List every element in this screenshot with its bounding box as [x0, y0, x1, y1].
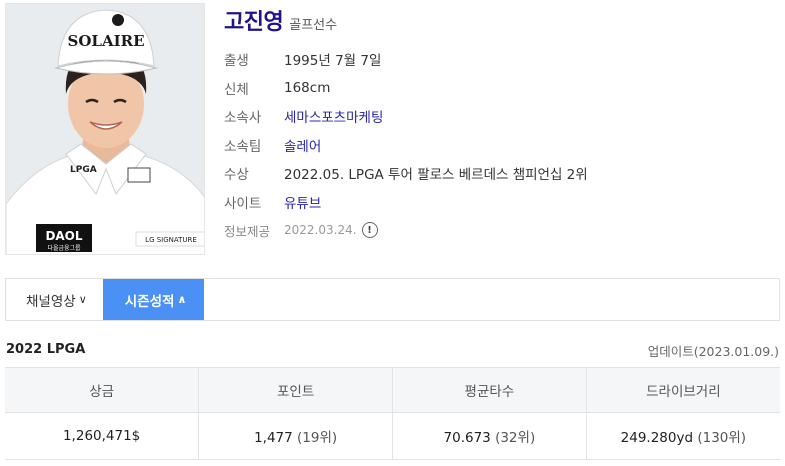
- info-row-agency: 소속사 세마스포츠마케팅: [224, 102, 588, 131]
- info-row-body: 신체 168cm: [224, 74, 588, 103]
- cell-avg-score: 70.673 (32위): [392, 412, 587, 460]
- info-value: 1995년 7월 7일: [284, 53, 382, 70]
- cell-prize: 1,260,471$: [5, 412, 200, 460]
- header-points: 포인트: [198, 367, 393, 413]
- cap-logo-text: SOLAIRE: [68, 32, 145, 50]
- info-value: 2022.05. LPGA 투어 팔로스 베르데스 챔피언십 2위: [284, 167, 588, 184]
- info-label: 사이트: [224, 195, 262, 212]
- source-label: 정보제공: [224, 223, 271, 239]
- stat-value: 1,477: [254, 430, 293, 446]
- table-header-row: 상금 포인트 평균타수 드라이브거리: [5, 367, 780, 413]
- sponsor-logo-text: DAOL: [45, 229, 82, 243]
- tab-bar: 채널영상 ∨ 시즌성적 ∧: [5, 278, 780, 321]
- tab-label: 채널영상: [26, 293, 76, 310]
- header-prize: 상금: [5, 367, 200, 413]
- info-value: 168cm: [284, 79, 331, 96]
- collar-logo-text: LPGA: [70, 165, 97, 175]
- chevron-up-icon: ∧: [177, 293, 187, 306]
- info-label: 출생: [224, 53, 249, 70]
- season-title: 2022 LPGA: [6, 342, 86, 357]
- youtube-link[interactable]: 유튜브: [284, 192, 321, 212]
- stat-value: 1,260,471$: [62, 428, 141, 444]
- info-label: 소속팀: [224, 138, 262, 155]
- update-date: 업데이트(2023.01.09.): [647, 344, 779, 359]
- info-row-birth: 출생 1995년 7월 7일: [224, 45, 588, 74]
- profile-header: 고진영 골프선수: [224, 4, 779, 36]
- header-avg-score: 평균타수: [392, 367, 587, 413]
- player-job: 골프선수: [289, 18, 338, 33]
- team-link[interactable]: 솔레어: [284, 135, 321, 155]
- cell-drive-distance: 249.280yd (130위): [586, 412, 780, 460]
- stat-rank: (130위): [697, 430, 747, 446]
- info-icon[interactable]: !: [361, 222, 378, 239]
- stat-value: 70.673: [443, 430, 491, 446]
- stat-rank: (32위): [495, 430, 536, 446]
- stat-value: 249.280yd: [620, 430, 694, 446]
- profile-info-list: 출생 1995년 7월 7일 신체 168cm 소속사 세마스포츠마케팅 소속팀…: [224, 45, 588, 245]
- info-row-team: 소속팀 솔레어: [224, 131, 588, 160]
- header-drive-distance: 드라이브거리: [586, 367, 780, 413]
- info-row-award: 수상 2022.05. LPGA 투어 팔로스 베르데스 챔피언십 2위: [224, 159, 588, 188]
- tab-label: 시즌성적: [124, 293, 175, 310]
- table-row: 1,260,471$ 1,477 (19위) 70.673 (32위) 249.…: [5, 412, 780, 460]
- tab-channel-video[interactable]: 채널영상 ∨: [6, 279, 103, 320]
- info-label: 소속사: [224, 110, 262, 127]
- sleeve-logo-text: LG SIGNATURE: [145, 236, 197, 244]
- info-row-source: 정보제공 2022.03.24. !: [224, 216, 588, 245]
- player-name[interactable]: 고진영: [224, 4, 284, 36]
- cell-points: 1,477 (19위): [198, 412, 393, 460]
- tab-season-stats[interactable]: 시즌성적 ∧: [102, 279, 205, 320]
- info-label: 신체: [224, 81, 249, 98]
- stat-rank: (19위): [297, 430, 338, 446]
- source-date: 2022.03.24.: [284, 223, 357, 238]
- sponsor-sub-text: 다올금융그룹: [47, 244, 81, 252]
- info-label: 수상: [224, 167, 249, 184]
- chevron-down-icon: ∨: [78, 293, 87, 306]
- season-stats-table: 상금 포인트 평균타수 드라이브거리 1,260,471$ 1,477 (19위…: [5, 367, 780, 460]
- info-row-site: 사이트 유튜브: [224, 188, 588, 217]
- player-photo: SOLAIRE LPGA DAOL 다올금융그룹 LG SIGNATURE: [5, 3, 205, 255]
- agency-link[interactable]: 세마스포츠마케팅: [284, 106, 383, 126]
